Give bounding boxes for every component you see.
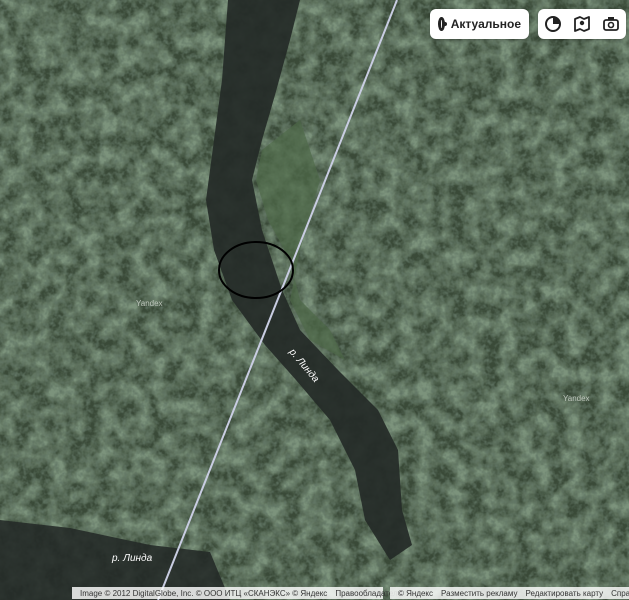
- panorama-icon[interactable]: [571, 13, 593, 35]
- map-tools: [538, 9, 626, 39]
- river-label: р. Линда: [111, 553, 153, 564]
- layer-label: Актуальное: [450, 17, 521, 31]
- layer-select-button[interactable]: Актуальное: [430, 9, 529, 39]
- satellite-map[interactable]: р. Линда р. Линда Yandex Yandex: [0, 0, 629, 600]
- advertise-link[interactable]: Разместить рекламу: [441, 589, 517, 598]
- edit-map-link[interactable]: Редактировать карту: [525, 589, 603, 598]
- watermark: Yandex: [136, 299, 163, 308]
- layer-radio-icon: [438, 17, 447, 31]
- watermark: Yandex: [563, 394, 590, 403]
- satellite-layer-icon[interactable]: [542, 13, 564, 35]
- yandex-copyright-link[interactable]: © Яндекс: [398, 589, 433, 598]
- imagery-attribution: Image © 2012 DigitalGlobe, Inc. © ООО ИТ…: [72, 587, 402, 599]
- map-footer-links: © Яндекс Разместить рекламу Редактироват…: [390, 587, 629, 599]
- photo-icon[interactable]: [600, 13, 622, 35]
- help-link[interactable]: Справка: [611, 589, 629, 598]
- imagery-copyright: Image © 2012 DigitalGlobe, Inc. © ООО ИТ…: [80, 588, 328, 598]
